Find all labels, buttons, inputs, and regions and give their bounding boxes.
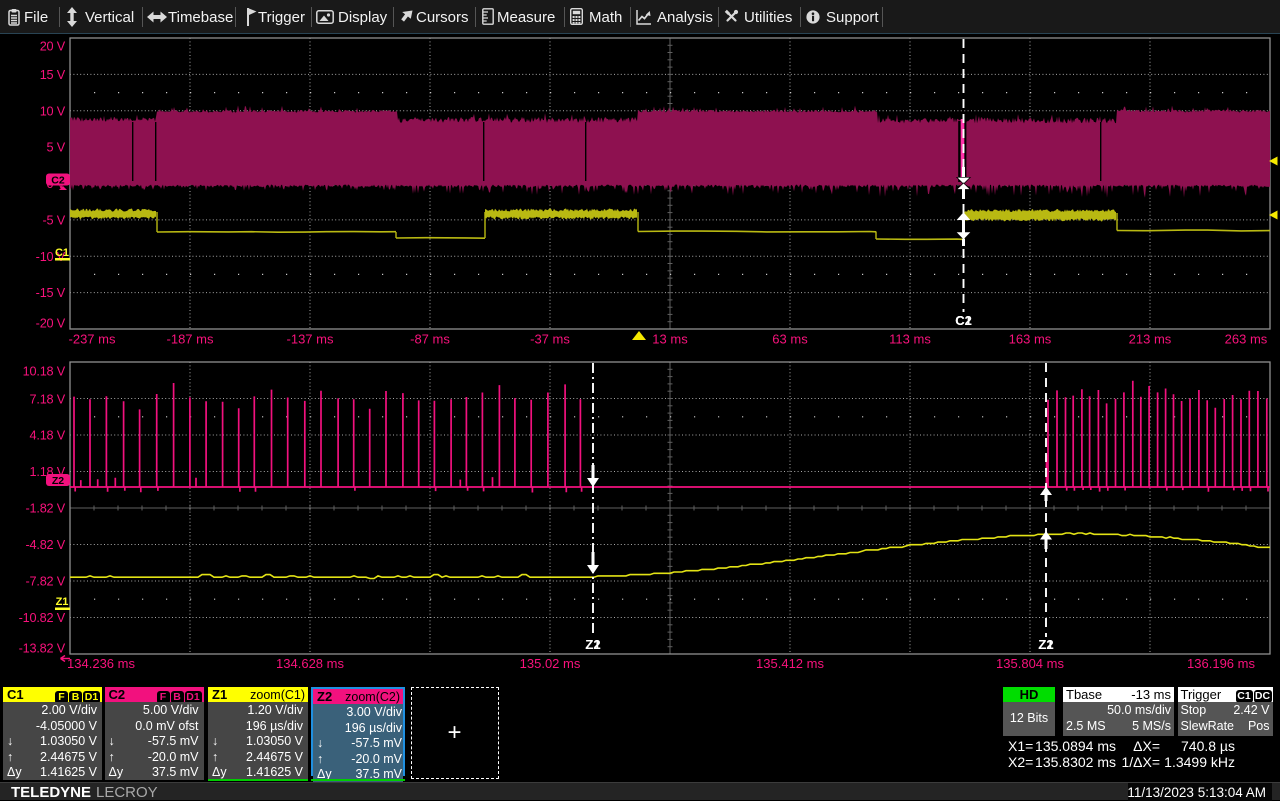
svg-text:Z2: Z2 — [1038, 637, 1053, 652]
svg-text:C1: C1 — [55, 247, 69, 259]
svg-text:20 V: 20 V — [40, 40, 66, 54]
svg-text:Z1: Z1 — [56, 596, 69, 608]
svg-text:-237 ms: -237 ms — [69, 332, 116, 347]
svg-text:10.18 V: 10.18 V — [23, 365, 66, 379]
svg-text:-87 ms: -87 ms — [410, 332, 450, 347]
svg-text:263 ms: 263 ms — [1225, 332, 1268, 347]
svg-text:163 ms: 163 ms — [1009, 332, 1052, 347]
svg-text:-20 V: -20 V — [36, 317, 66, 331]
svg-text:63 ms: 63 ms — [772, 332, 808, 347]
svg-text:-5 V: -5 V — [43, 213, 66, 227]
svg-text:10 V: 10 V — [40, 104, 66, 118]
svg-text:C2: C2 — [955, 313, 972, 328]
svg-text:-137 ms: -137 ms — [287, 332, 334, 347]
svg-text:213 ms: 213 ms — [1129, 332, 1172, 347]
svg-text:135.412 ms: 135.412 ms — [756, 656, 824, 671]
svg-text:Z2: Z2 — [52, 475, 64, 487]
svg-text:4.18 V: 4.18 V — [30, 429, 66, 443]
svg-text:134.236 ms: 134.236 ms — [67, 656, 135, 671]
svg-text:135.02 ms: 135.02 ms — [520, 656, 581, 671]
svg-text:C2: C2 — [51, 175, 65, 187]
svg-text:Z2: Z2 — [585, 637, 600, 652]
svg-text:7.18 V: 7.18 V — [30, 392, 66, 406]
svg-text:135.804 ms: 135.804 ms — [996, 656, 1064, 671]
svg-text:5 V: 5 V — [47, 141, 66, 155]
svg-text:113 ms: 113 ms — [889, 332, 931, 347]
svg-text:134.628 ms: 134.628 ms — [276, 656, 344, 671]
svg-text:-4.82 V: -4.82 V — [25, 538, 65, 552]
svg-text:15 V: 15 V — [40, 68, 66, 82]
svg-text:-37 ms: -37 ms — [530, 332, 570, 347]
svg-text:-15 V: -15 V — [36, 286, 66, 300]
svg-text:136.196 ms: 136.196 ms — [1187, 656, 1255, 671]
svg-text:-1.82 V: -1.82 V — [25, 502, 65, 516]
svg-text:-10.82 V: -10.82 V — [19, 611, 66, 625]
svg-text:-13.82 V: -13.82 V — [19, 642, 66, 656]
svg-text:-7.82 V: -7.82 V — [25, 575, 65, 589]
svg-text:-187 ms: -187 ms — [167, 332, 214, 347]
svg-text:13 ms: 13 ms — [652, 332, 688, 347]
